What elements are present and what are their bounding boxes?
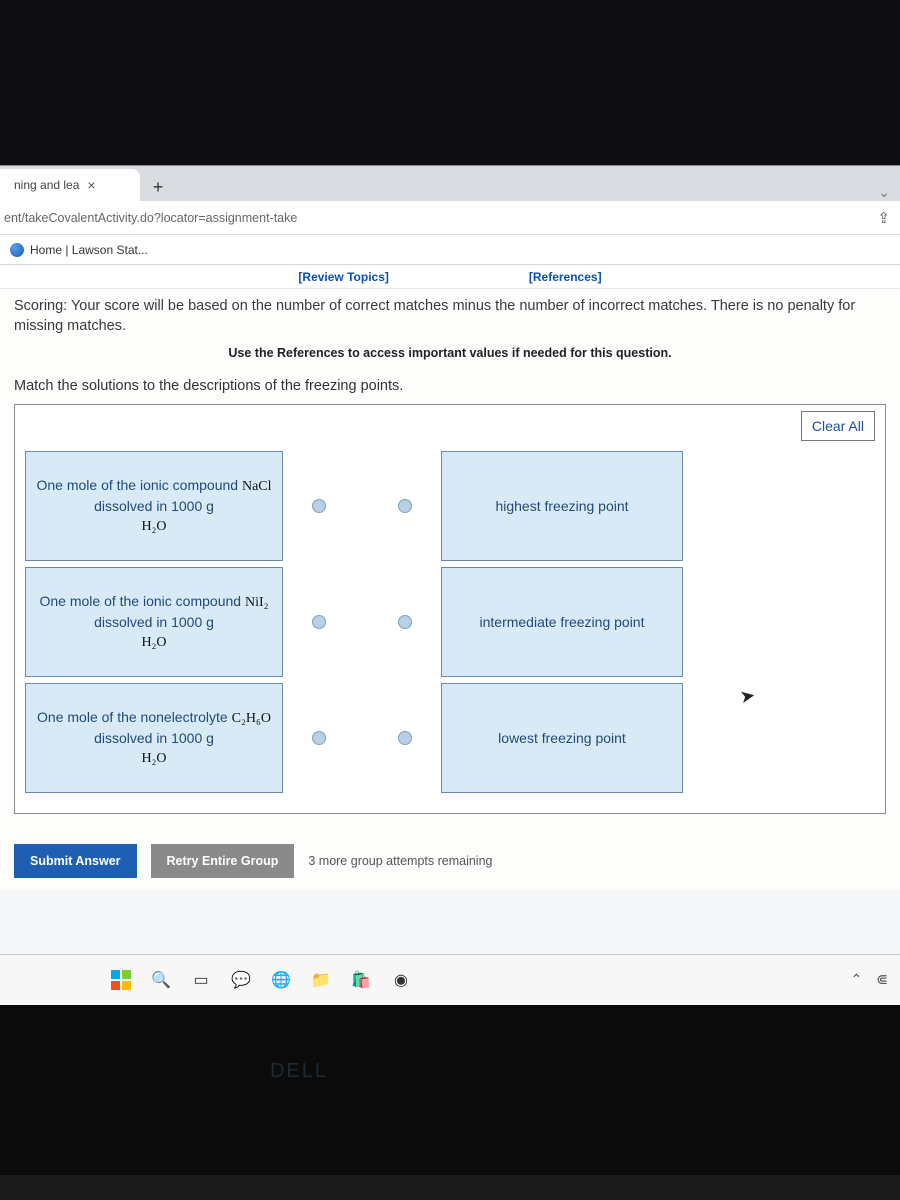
solution-card[interactable]: One mole of the nonelectrolyte C₂H₆O dis… — [25, 683, 283, 793]
match-dock-right[interactable] — [395, 567, 415, 677]
matching-panel: Clear All One mole of the ionic compound… — [14, 404, 886, 814]
action-button-row: Submit Answer Retry Entire Group 3 more … — [14, 844, 886, 878]
file-explorer-icon[interactable]: 📁 — [310, 969, 332, 991]
new-tab-button[interactable]: + — [144, 173, 172, 201]
desktop-background-top — [0, 0, 900, 165]
search-icon[interactable]: 🔍 — [150, 969, 172, 991]
browser-tab[interactable]: ning and lea × — [0, 169, 140, 201]
submit-answer-button[interactable]: Submit Answer — [14, 844, 137, 878]
match-dock-left[interactable] — [309, 683, 329, 793]
retry-group-button[interactable]: Retry Entire Group — [151, 844, 295, 878]
chevron-up-icon[interactable]: ⌃ — [851, 971, 863, 988]
match-row: One mole of the ionic compound NiI₂ diss… — [25, 567, 875, 677]
store-icon[interactable]: 🛍️ — [350, 969, 372, 991]
close-icon[interactable]: × — [87, 177, 95, 193]
url-text: ent/takeCovalentActivity.do?locator=assi… — [4, 211, 297, 225]
bookmarks-bar: Home | Lawson Stat... — [0, 235, 900, 265]
match-instructions: Match the solutions to the descriptions … — [14, 378, 886, 394]
description-card[interactable]: lowest freezing point — [441, 683, 683, 793]
clear-all-button[interactable]: Clear All — [801, 411, 875, 441]
references-link[interactable]: [References] — [529, 270, 602, 284]
laptop-bezel — [0, 1005, 900, 1175]
description-card[interactable]: intermediate freezing point — [441, 567, 683, 677]
chevron-down-icon[interactable]: ⌄ — [878, 184, 890, 201]
review-topics-link[interactable]: [Review Topics] — [298, 270, 388, 284]
match-dock-right[interactable] — [395, 451, 415, 561]
description-card[interactable]: highest freezing point — [441, 451, 683, 561]
solution-card[interactable]: One mole of the ionic compound NiI₂ diss… — [25, 567, 283, 677]
question-content: Scoring: Your score will be based on the… — [0, 289, 900, 890]
attempts-remaining-text: 3 more group attempts remaining — [308, 854, 492, 868]
windows-taskbar: 🔍 ▭ 💬 🌐 📁 🛍️ ◉ ⌃ ⋐ — [0, 954, 900, 1004]
edge-icon[interactable]: 🌐 — [270, 969, 292, 991]
wifi-icon[interactable]: ⋐ — [876, 971, 888, 988]
assignment-link-row: [Review Topics] [References] — [0, 265, 900, 289]
references-note: Use the References to access important v… — [14, 346, 886, 360]
globe-icon — [10, 243, 24, 257]
tab-title: ning and lea — [14, 178, 79, 192]
chat-icon[interactable]: 💬 — [230, 969, 252, 991]
tab-strip: ning and lea × + ⌄ — [0, 166, 900, 201]
match-row: One mole of the ionic compound NaCl diss… — [25, 451, 875, 561]
system-tray: ⌃ ⋐ — [851, 971, 888, 988]
scoring-text: Scoring: Your score will be based on the… — [14, 297, 886, 336]
laptop-brand-label: DELL — [270, 1060, 328, 1083]
browser-window: ning and lea × + ⌄ ent/takeCovalentActiv… — [0, 165, 900, 1005]
share-icon[interactable]: ⇪ — [877, 209, 890, 227]
bookmark-link[interactable]: Home | Lawson Stat... — [30, 243, 148, 257]
match-dock-left[interactable] — [309, 451, 329, 561]
address-bar[interactable]: ent/takeCovalentActivity.do?locator=assi… — [0, 201, 900, 235]
task-view-icon[interactable]: ▭ — [190, 969, 212, 991]
start-icon[interactable] — [110, 969, 132, 991]
match-dock-right[interactable] — [395, 683, 415, 793]
solution-card[interactable]: One mole of the ionic compound NaCl diss… — [25, 451, 283, 561]
chrome-icon[interactable]: ◉ — [390, 969, 412, 991]
match-dock-left[interactable] — [309, 567, 329, 677]
